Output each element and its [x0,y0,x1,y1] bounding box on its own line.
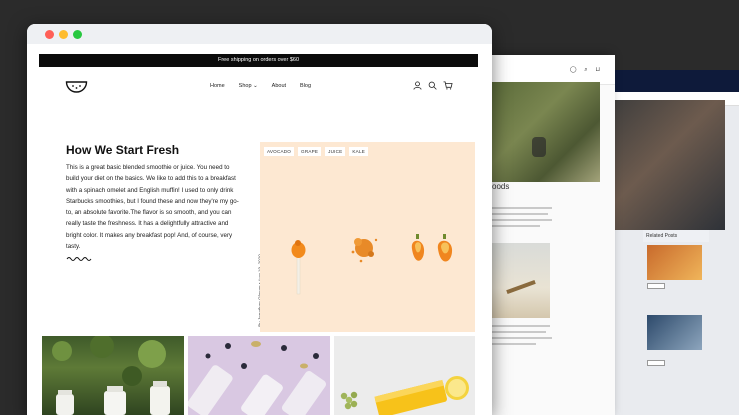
spice-pile-icon [351,238,378,263]
header-icons [413,81,453,90]
main-nav: Home Shop ⌄ About Blog [210,83,311,89]
bg1-text-line [492,331,546,333]
background-window-2: Related Posts [605,70,739,415]
product-thumbnail[interactable] [188,336,330,415]
lemon-and-grapes-photo [340,376,469,415]
pepper-half-icon [411,234,425,261]
article-byline: By Jonathan Oleson • Aug 19, 2020 [248,254,263,336]
hero-image: AVOCADO GRAPE JUICE KALE [260,142,475,332]
green-juice-bottles-photo [52,336,170,415]
bg1-hero-image [490,82,600,182]
bg1-article-title: oods [492,182,510,191]
window-titlebar [27,24,492,44]
nav-about[interactable]: About [272,83,286,89]
product-thumbnail[interactable] [334,336,475,415]
nav-blog[interactable]: Blog [300,83,311,89]
user-icon[interactable] [413,81,422,90]
watermelon-logo-icon[interactable] [65,80,88,94]
search-icon[interactable] [428,81,437,90]
honey-dipper-icon [291,240,306,295]
bg2-read-button [647,283,665,289]
bg1-text-line [492,337,552,339]
bg2-hero-image [605,100,725,230]
bg2-related-card-2 [647,315,702,350]
bg1-text-line [492,219,552,221]
cart-icon[interactable] [443,81,453,90]
bg1-text-line [492,225,540,227]
hero-illustration [291,234,453,295]
main-browser-window: Free shipping on orders over $60 Home Sh… [27,24,492,415]
bg2-related-heading: Related Posts [643,230,709,242]
squiggle-divider-icon [66,257,92,261]
bg1-text-line [492,325,550,327]
pepper-half-icon [437,234,453,262]
article-body: This is a great basic blended smoothie o… [66,164,239,251]
nav-shop[interactable]: Shop ⌄ [239,83,258,89]
bg2-related-card-1 [647,245,702,280]
article-title: How We Start Fresh [66,143,180,157]
nav-home[interactable]: Home [210,83,225,89]
bg1-article-image [490,243,550,318]
chevron-down-icon: ⌄ [253,83,258,89]
bg2-read-button [647,360,665,366]
close-window-button[interactable] [45,30,54,39]
nav-shop-label: Shop [238,83,252,89]
bg2-topbar [605,70,739,92]
bottles-and-berries-photo [188,341,327,415]
bg1-text-line [492,343,536,345]
bg1-text-line [492,207,552,209]
minimize-window-button[interactable] [59,30,68,39]
maximize-window-button[interactable] [73,30,82,39]
site-header: Home Shop ⌄ About Blog [27,74,492,100]
bg1-text-line [492,213,548,215]
product-thumbnail[interactable] [42,336,184,415]
bg1-header-icons: ◯ ⌕ ⊔ [569,67,603,73]
announcement-bar: Free shipping on orders over $60 [39,54,478,67]
